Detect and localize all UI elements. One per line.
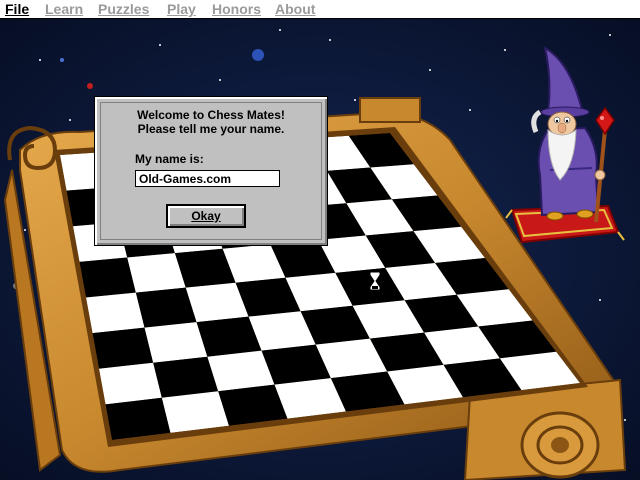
board-square[interactable] [161,391,229,433]
planet-icon [60,58,64,62]
menu-puzzles[interactable]: Puzzles [98,1,149,17]
name-label: My name is: [135,152,204,166]
board-square[interactable] [144,322,208,363]
board-square[interactable] [153,356,219,398]
menu-play[interactable]: Play [167,1,196,17]
name-dialog: Welcome to Chess Mates! Please tell me y… [94,96,328,246]
board-square[interactable] [135,287,197,328]
board-square[interactable] [105,397,171,440]
board-square[interactable] [92,327,154,369]
board-square[interactable] [99,362,162,405]
board-square[interactable] [79,257,136,298]
menu-about[interactable]: About [275,1,315,17]
okay-button[interactable]: Okay [167,205,245,227]
name-input[interactable] [135,170,280,187]
planet-icon [252,49,264,61]
planet-icon [87,83,93,89]
welcome-text: Welcome to Chess Mates! [137,108,285,122]
space-scene [0,19,640,480]
menu-honors[interactable]: Honors [212,1,261,17]
prompt-text: Please tell me your name. [137,122,285,136]
hourglass-cursor-icon [368,270,382,292]
menu-file[interactable]: File [5,1,29,17]
board-square[interactable] [86,292,145,334]
menu-bar: File Learn Puzzles Play Honors About [0,0,640,19]
okay-label: Okay [191,209,221,223]
menu-learn[interactable]: Learn [45,1,83,17]
